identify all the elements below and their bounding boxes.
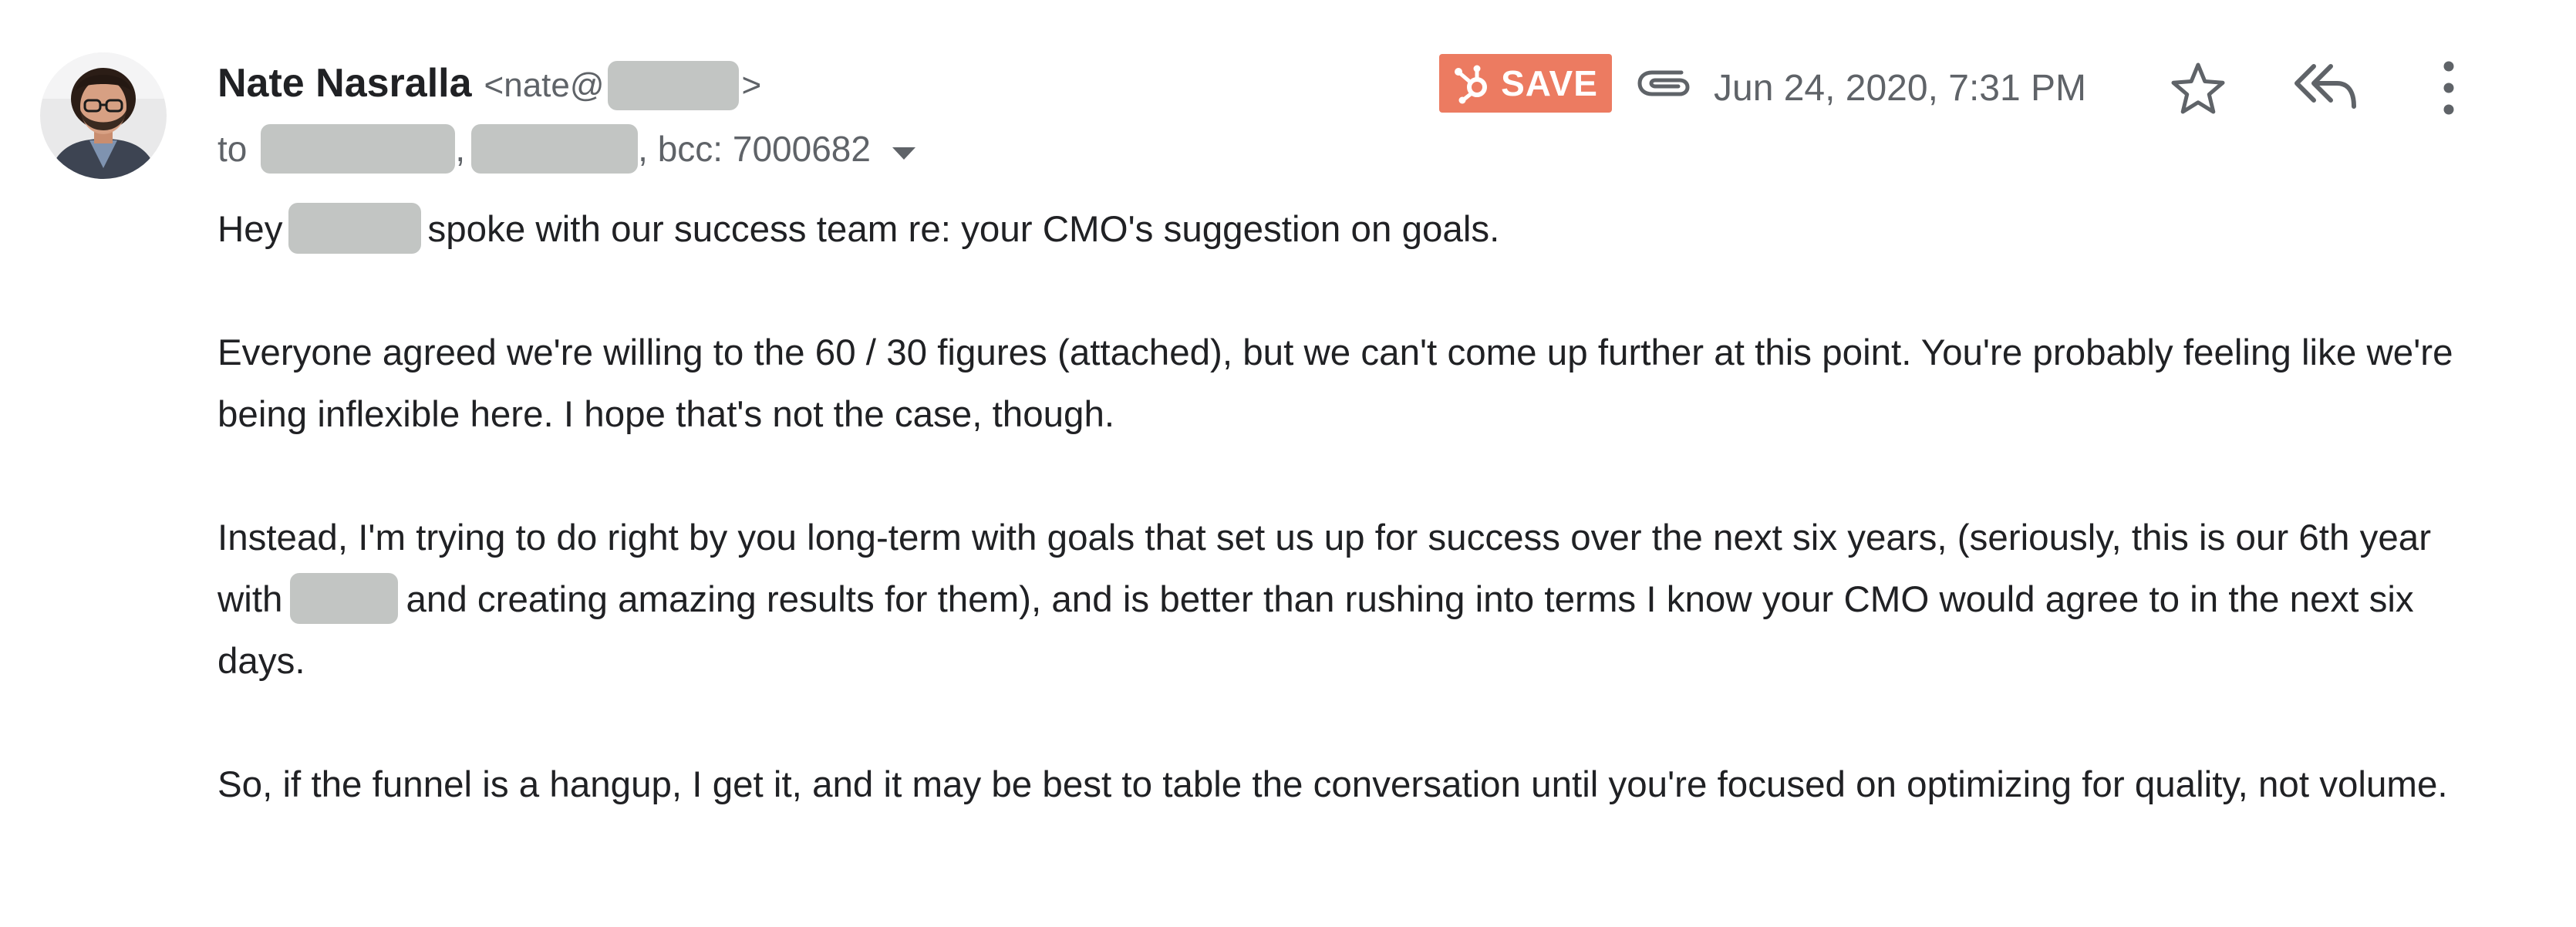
- redacted-recipient-1: [261, 124, 456, 174]
- redacted-client-name: [290, 573, 399, 625]
- body-paragraph-3: Instead, I'm trying to do right by you l…: [217, 507, 2470, 693]
- email-date: Jun 24, 2020, 7:31 PM: [1714, 68, 2086, 109]
- recipient-line: to , , bcc: 7000682: [217, 123, 917, 174]
- save-button-label: SAVE: [1501, 63, 1598, 103]
- sender-name[interactable]: Nate Nasralla: [217, 60, 472, 106]
- redacted-recipient-name: [288, 203, 422, 255]
- redacted-recipient-2: [471, 124, 639, 174]
- body-paragraph-1: Hey spoke with our success team re: your …: [217, 199, 2470, 261]
- sender-email[interactable]: <nate@ >: [484, 61, 762, 110]
- star-icon[interactable]: [2169, 60, 2227, 119]
- redacted-email-domain: [607, 61, 739, 110]
- sender-email-suffix: >: [741, 66, 762, 104]
- recipient-separator: ,: [455, 129, 466, 169]
- more-vertical-icon[interactable]: [2429, 57, 2468, 119]
- bcc-label: , bcc: 7000682: [638, 129, 871, 169]
- greeting-text: Hey: [217, 209, 283, 250]
- sender-avatar[interactable]: [40, 52, 167, 179]
- sender-email-prefix: <nate@: [484, 66, 605, 104]
- to-label: to: [217, 129, 248, 169]
- paperclip-icon: [1637, 70, 1690, 96]
- body-paragraph-2: Everyone agreed we're willing to the 60 …: [217, 332, 2453, 435]
- reply-all-icon[interactable]: [2292, 59, 2359, 113]
- paragraph-3-text-end: and creating amazing results for them), …: [217, 579, 2414, 682]
- recipient-details-dropdown[interactable]: [891, 128, 917, 170]
- body-paragraph-4: So, if the funnel is a hangup, I get it,…: [217, 764, 2448, 805]
- email-body: Hey spoke with our success team re: your …: [217, 199, 2470, 878]
- hubspot-sprocket-icon: [1455, 65, 1488, 104]
- avatar-photo-icon: [40, 52, 167, 179]
- paragraph-1-text: spoke with our success team re: your CMO…: [427, 209, 1500, 250]
- email-message: Nate Nasralla <nate@ > to , , bcc: 70006…: [0, 0, 2576, 927]
- caret-down-icon: [892, 147, 915, 160]
- hubspot-save-button[interactable]: SAVE: [1439, 54, 1612, 113]
- sender-line: Nate Nasralla <nate@ >: [217, 60, 761, 111]
